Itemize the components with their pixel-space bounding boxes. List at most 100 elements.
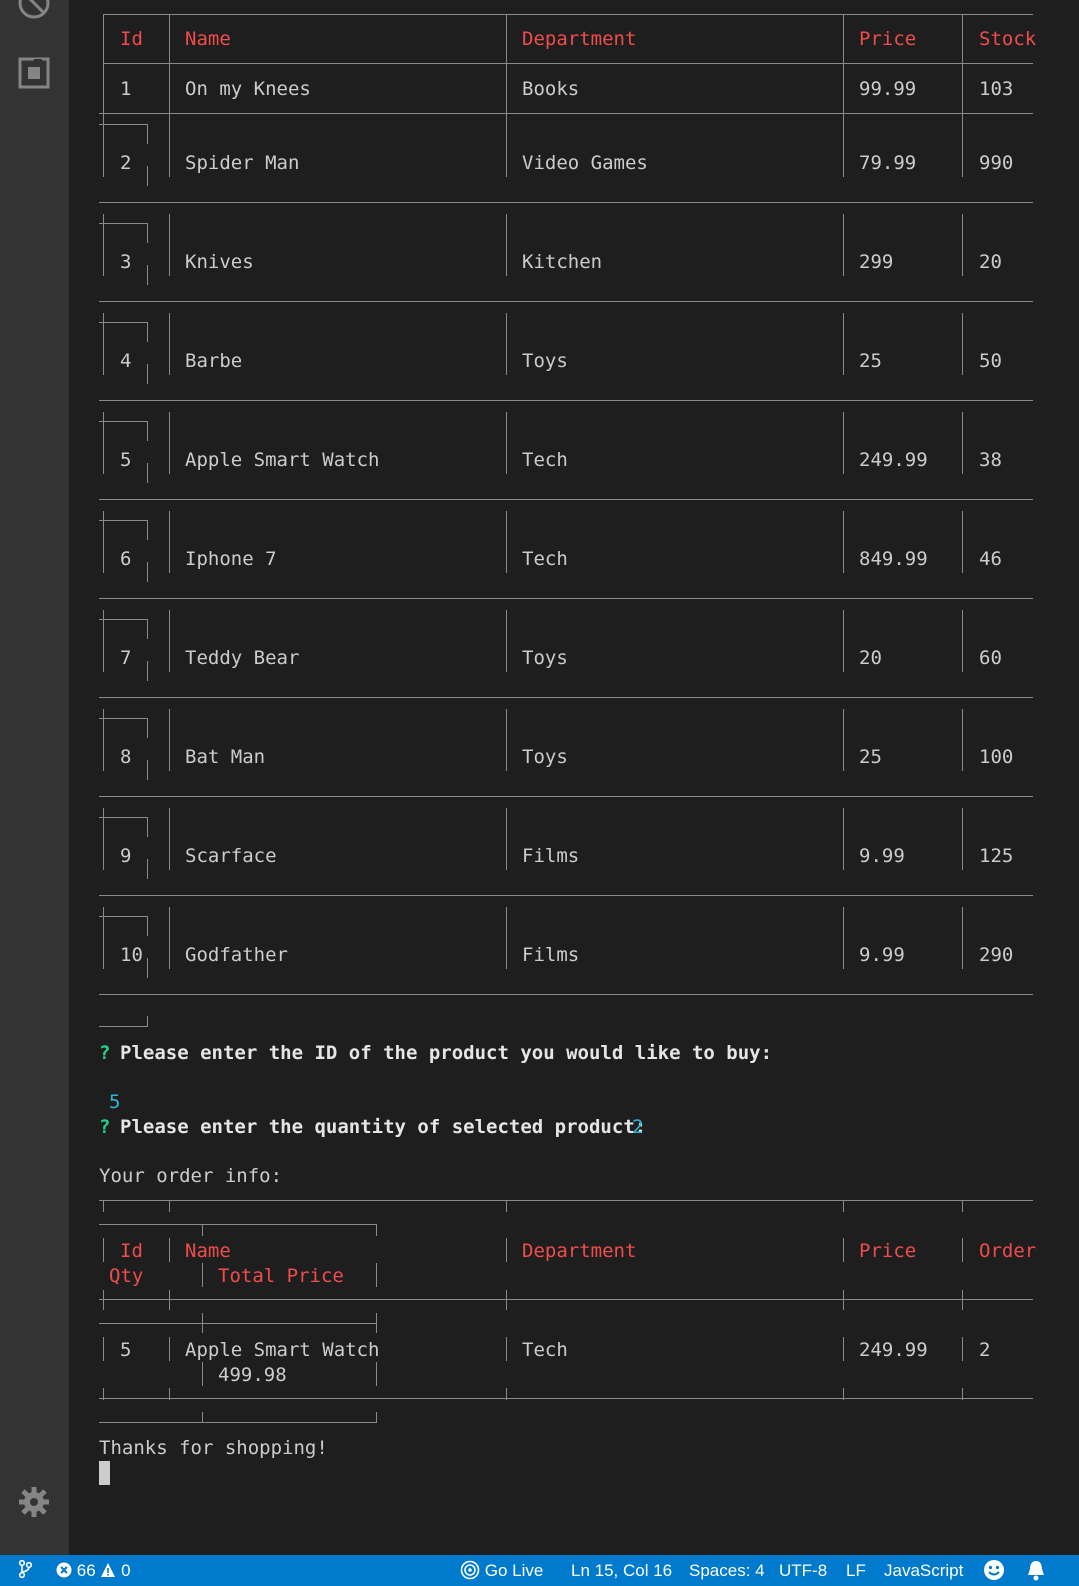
table-border: [147, 859, 148, 879]
indentation[interactable]: Spaces: 4: [689, 1560, 765, 1581]
table-border: [506, 1337, 507, 1361]
problems-indicator[interactable]: 66 0: [56, 1560, 131, 1581]
table-border: [103, 1337, 104, 1361]
table-border: [147, 421, 148, 441]
table-border: [147, 265, 148, 285]
table-border: [169, 1238, 170, 1262]
table-cell: Toys: [522, 647, 568, 669]
feedback-icon[interactable]: [983, 1559, 1005, 1586]
table-cell: 46: [979, 548, 1002, 570]
table-border: [99, 520, 147, 521]
cursor-position[interactable]: Ln 15, Col 16: [571, 1560, 672, 1581]
table-cell: 9: [120, 845, 132, 867]
table-border: [99, 619, 147, 620]
table-border: [147, 718, 148, 738]
gear-icon[interactable]: [17, 1485, 51, 1519]
table-border: [99, 916, 147, 917]
table-border: [506, 214, 507, 276]
table-border: [147, 619, 148, 639]
language-mode[interactable]: JavaScript: [884, 1560, 963, 1581]
table-border: [843, 808, 844, 870]
table-border: [843, 511, 844, 573]
table-border: [843, 14, 844, 64]
table-cell: 20: [979, 251, 1002, 273]
table-cell: Scarface: [185, 845, 277, 867]
table-border: [147, 1016, 148, 1027]
encoding[interactable]: UTF-8: [779, 1560, 827, 1581]
column-header: Stock: [979, 28, 1037, 50]
terminal-cursor: [99, 1461, 110, 1485]
table-border: [169, 14, 170, 64]
prompt-mark: ?: [99, 1042, 111, 1064]
table-border: [103, 1290, 104, 1310]
table-border: [147, 223, 148, 243]
table-border: [202, 1263, 203, 1287]
column-header: Price: [859, 28, 917, 50]
id-question: Please enter the ID of the product you w…: [120, 1042, 773, 1064]
table-border: [99, 1026, 147, 1027]
warning-count: 0: [121, 1561, 131, 1580]
table-cell: 125: [979, 845, 1014, 867]
table-border: [506, 1200, 507, 1212]
table-border: [99, 223, 147, 224]
table-border: [99, 322, 147, 323]
table-cell: Books: [522, 78, 580, 100]
table-border: [506, 511, 507, 573]
table-border: [843, 313, 844, 375]
table-border: [99, 697, 1033, 698]
table-cell: Apple Smart Watch: [185, 449, 380, 471]
table-cell: 5: [120, 449, 132, 471]
extensions-icon[interactable]: [17, 56, 51, 90]
terminal-panel[interactable]: Id Name Department Price Stock 1 On my Knees Bo…: [69, 0, 1079, 1555]
table-cell: Tech: [522, 548, 568, 570]
table-cell: Kitchen: [522, 251, 603, 273]
table-cell: Iphone 7: [185, 548, 277, 570]
table-border: [169, 214, 170, 276]
source-control-icon[interactable]: [18, 1559, 33, 1583]
table-cell: 3: [120, 251, 132, 273]
column-header: Order: [979, 1240, 1037, 1262]
table-cell: 100: [979, 746, 1014, 768]
table-border: [169, 1290, 170, 1310]
table-border: [376, 1263, 377, 1287]
table-border: [99, 895, 1033, 896]
table-border: [147, 817, 148, 837]
table-border: [506, 412, 507, 474]
table-border: [843, 1200, 844, 1212]
table-border: [843, 115, 844, 177]
table-cell: 6: [120, 548, 132, 570]
table-cell: 2: [979, 1339, 991, 1361]
table-cell: 103: [979, 78, 1014, 100]
table-border: [962, 709, 963, 771]
table-cell: 4: [120, 350, 132, 372]
table-border: [99, 421, 147, 422]
go-live-button[interactable]: Go Live: [460, 1560, 543, 1581]
column-header: Id: [120, 28, 143, 50]
table-cell: 60: [979, 647, 1002, 669]
go-live-label: Go Live: [484, 1561, 544, 1580]
notifications-icon[interactable]: [1026, 1559, 1046, 1586]
table-border: [169, 907, 170, 969]
table-border: [99, 1398, 1033, 1399]
debug-icon[interactable]: [17, 0, 51, 20]
table-cell: Knives: [185, 251, 254, 273]
table-cell: 990: [979, 152, 1014, 174]
table-cell: Spider Man: [185, 152, 300, 174]
table-border: [506, 14, 507, 64]
table-border: [843, 1290, 844, 1310]
table-border: [99, 400, 1033, 401]
table-border: [99, 1299, 1033, 1300]
table-border: [103, 14, 1033, 15]
table-cell: Apple Smart Watch: [185, 1339, 380, 1361]
column-header: Name: [185, 1240, 231, 1262]
status-bar: 66 0 Go Live Ln 15, Col 16 Spaces: 4 UTF…: [0, 1555, 1079, 1586]
table-border: [99, 1224, 377, 1225]
error-icon: [56, 1561, 77, 1580]
table-border: [147, 760, 148, 780]
line-ending[interactable]: LF: [846, 1560, 866, 1581]
table-border: [99, 499, 1033, 500]
table-border: [103, 1238, 104, 1262]
table-border: [169, 115, 170, 177]
table-cell: Films: [522, 845, 580, 867]
table-border: [506, 808, 507, 870]
